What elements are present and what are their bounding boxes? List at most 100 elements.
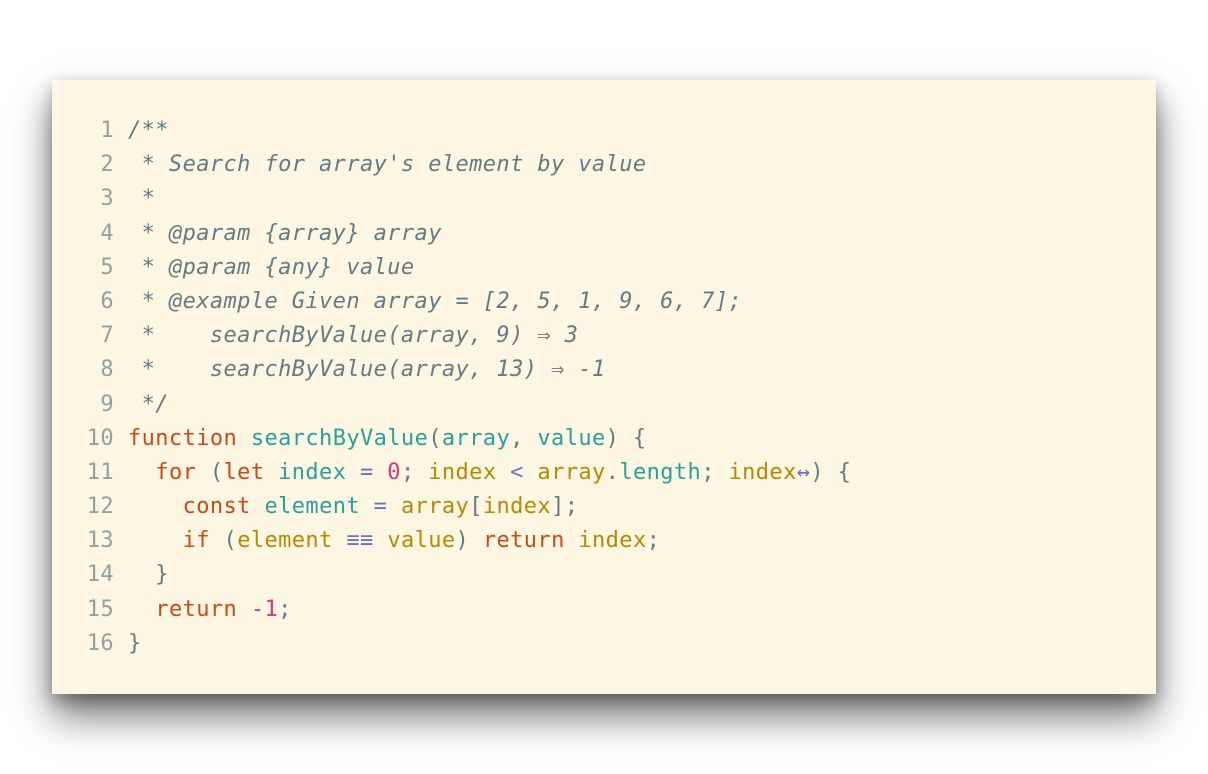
code-token: /** xyxy=(128,118,169,143)
line-source[interactable]: /** xyxy=(114,114,169,148)
line-source[interactable]: } xyxy=(114,627,142,661)
line-number: 12 xyxy=(86,494,114,520)
code-token: ) { xyxy=(605,425,647,451)
code-token: ; xyxy=(400,459,429,485)
code-token: searchByValue xyxy=(250,425,429,451)
line-number: 15 xyxy=(86,596,114,622)
code-line[interactable]: 5 * @param {any} value xyxy=(52,251,851,285)
code-line[interactable]: 1 /** xyxy=(52,114,851,148)
code-token: value xyxy=(387,528,456,554)
code-token: ) xyxy=(455,528,483,554)
code-line[interactable]: 8 * searchByValue(array, 13) ⇒ -1 xyxy=(52,353,851,387)
code-line[interactable]: 6 * @example Given array = [2, 5, 1, 9, … xyxy=(52,285,851,319)
code-token: = xyxy=(360,494,401,520)
code-line[interactable]: 3 * xyxy=(52,182,851,216)
code-token: } xyxy=(128,562,169,588)
code-token: ( xyxy=(196,459,224,485)
code-token: element xyxy=(237,528,333,554)
code-token: 0 xyxy=(387,459,401,485)
code-line[interactable]: 4 * @param {array} array xyxy=(52,217,851,251)
line-number: 3 xyxy=(100,186,114,212)
code-line[interactable]: 16} xyxy=(52,627,851,661)
code-token: index xyxy=(728,459,797,485)
code-token: = xyxy=(346,459,388,485)
line-number: 16 xyxy=(86,630,114,656)
code-token: for xyxy=(155,459,197,485)
line-number: 1 xyxy=(100,118,114,143)
code-token: index xyxy=(428,459,497,485)
line-source[interactable]: function searchByValue(array, value) { xyxy=(114,422,647,456)
line-number: 7 xyxy=(100,323,114,349)
line-number: 13 xyxy=(86,528,114,554)
code-token: -1 xyxy=(250,596,279,622)
code-token: ≡≡ xyxy=(332,528,388,554)
code-token: value xyxy=(537,425,606,451)
line-source[interactable]: } xyxy=(114,558,169,592)
line-source[interactable]: if (element ≡≡ value) return index; xyxy=(114,524,660,558)
code-area[interactable]: 1 /** 2 * Search for array's element by va… xyxy=(52,114,851,661)
line-number: 11 xyxy=(86,459,114,485)
code-token: . xyxy=(605,459,620,485)
code-token: * searchByValue(array, 13) ⇒ -1 xyxy=(128,357,606,383)
code-line[interactable]: 15 return -1; xyxy=(52,593,851,627)
line-source[interactable]: * @param {any} value xyxy=(114,251,415,285)
code-token: if xyxy=(182,528,210,554)
line-source[interactable]: * searchByValue(array, 9) ⇒ 3 xyxy=(114,319,578,353)
code-token: ) { xyxy=(810,459,852,485)
code-line[interactable]: 13 if (element ≡≡ value) return index; xyxy=(52,524,851,558)
code-line[interactable]: 7 * searchByValue(array, 9) ⇒ 3 xyxy=(52,319,851,353)
line-source[interactable]: * searchByValue(array, 13) ⇒ -1 xyxy=(114,353,606,387)
code-token: */ xyxy=(128,391,169,417)
code-token: array xyxy=(400,494,470,520)
code-token: * searchByValue(array, 9) ⇒ 3 xyxy=(128,323,579,349)
code-line[interactable]: 12 const element = array[index]; xyxy=(52,490,851,524)
code-token: ( xyxy=(428,425,442,451)
code-token: , xyxy=(510,425,538,451)
line-source[interactable]: * @param {array} array xyxy=(114,217,442,251)
code-token: length xyxy=(619,459,702,485)
line-source[interactable]: return -1; xyxy=(114,593,292,627)
code-token: * @param {any} value xyxy=(128,254,415,280)
code-token: element xyxy=(264,494,361,520)
code-token: index xyxy=(578,528,647,554)
code-token: let xyxy=(223,459,265,485)
code-token: * Search for array's element by value xyxy=(128,152,647,178)
code-token: < xyxy=(496,459,538,485)
line-source[interactable]: for (let index = 0; index < array.length… xyxy=(114,456,851,490)
line-number: 2 xyxy=(100,152,114,178)
code-token: * @example Given array = [2, 5, 1, 9, 6,… xyxy=(128,288,743,314)
line-number: 5 xyxy=(100,254,114,280)
code-token: index xyxy=(278,459,347,485)
code-token: ; xyxy=(701,459,729,485)
code-token: return xyxy=(482,528,565,554)
code-token: [ xyxy=(469,494,483,520)
line-source[interactable]: * xyxy=(114,182,155,216)
code-token: ]; xyxy=(551,494,579,520)
code-token: index xyxy=(482,494,552,520)
line-source[interactable]: const element = array[index]; xyxy=(114,490,578,524)
code-line[interactable]: 14 } xyxy=(52,558,851,592)
code-token: return xyxy=(155,596,238,622)
code-token: array xyxy=(537,459,606,485)
code-token: * xyxy=(128,186,156,212)
line-number: 4 xyxy=(100,220,114,246)
code-editor-window: 1 /** 2 * Search for array's element by va… xyxy=(52,80,1156,694)
line-number: 10 xyxy=(86,425,114,451)
code-line[interactable]: 2 * Search for array's element by value xyxy=(52,148,851,182)
code-line[interactable]: 11 for (let index = 0; index < array.len… xyxy=(52,456,851,490)
code-line[interactable]: 10 function searchByValue(array, value) { xyxy=(52,422,851,456)
line-source[interactable]: * Search for array's element by value xyxy=(114,148,647,182)
code-token: function xyxy=(128,425,238,451)
code-token: * @param {array} array xyxy=(128,220,442,246)
line-source[interactable]: * @example Given array = [2, 5, 1, 9, 6,… xyxy=(114,285,742,319)
code-line[interactable]: 9 */ xyxy=(52,388,851,422)
line-source[interactable]: */ xyxy=(114,388,169,422)
